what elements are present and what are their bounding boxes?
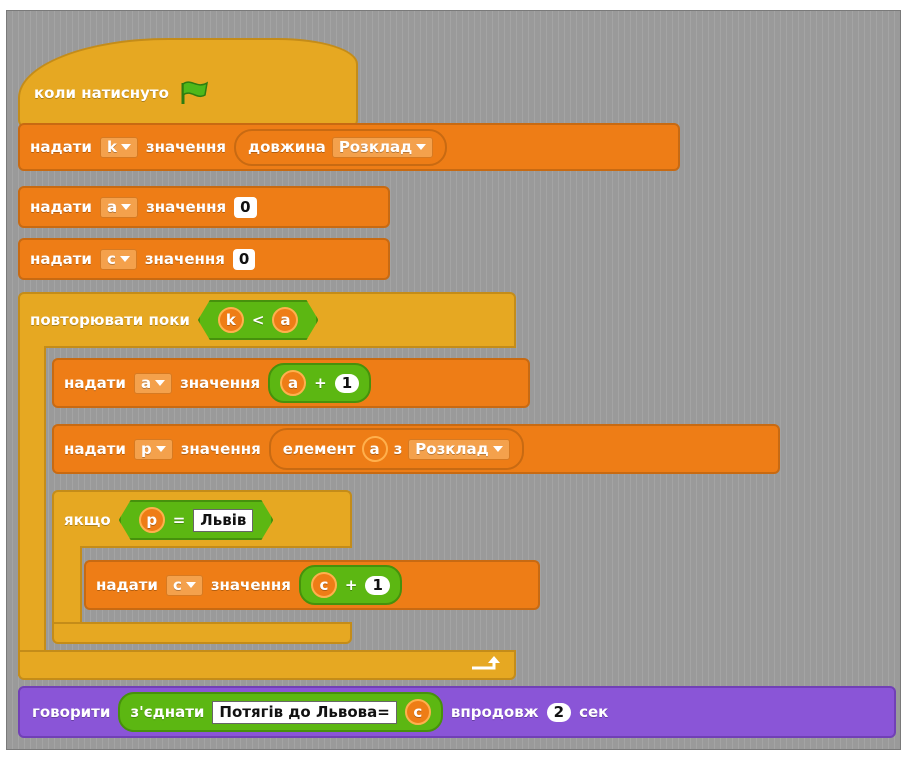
text-input[interactable]: Львів (193, 509, 253, 532)
set-label: надати (64, 439, 126, 458)
length-label: довжина (247, 137, 326, 156)
dropdown-arrow-icon (155, 446, 166, 452)
dropdown-arrow-icon (121, 204, 132, 210)
set-label: надати (64, 373, 126, 392)
for-label: впродовж (450, 702, 539, 721)
var-a-reporter[interactable]: a (272, 307, 298, 333)
var-p-reporter[interactable]: p (139, 507, 165, 533)
say-for-secs-block[interactable]: говорити з'єднати Потягів до Львова= c в… (18, 686, 896, 738)
secs-unit-label: сек (579, 702, 609, 721)
item-of-list-reporter[interactable]: елемент a з Розклад (268, 428, 524, 470)
var-dropdown-a[interactable]: a (99, 196, 139, 218)
set-label: надати (30, 249, 92, 268)
set-a-zero-block[interactable]: надати a значення 0 (18, 186, 390, 228)
if-label: якщо (64, 510, 111, 529)
value-label: значення (144, 249, 225, 268)
var-dropdown-a[interactable]: a (133, 372, 173, 394)
var-name: c (106, 249, 116, 268)
var-a-reporter[interactable]: a (361, 436, 388, 462)
operator-symbol: < (251, 310, 265, 329)
var-name: a (140, 373, 152, 392)
set-c-zero-block[interactable]: надати c значення 0 (18, 238, 390, 280)
var-a-reporter[interactable]: a (280, 370, 307, 396)
set-label: надати (30, 137, 92, 156)
dropdown-arrow-icon (492, 446, 503, 452)
value-label: значення (210, 575, 291, 594)
dropdown-arrow-icon (185, 582, 196, 588)
if-footer (52, 622, 352, 644)
var-c-reporter[interactable]: c (404, 699, 431, 725)
value-input[interactable]: 0 (234, 196, 257, 218)
var-name: p (140, 439, 152, 458)
hat-label: коли натиснуто (34, 83, 169, 102)
set-a-increment-block[interactable]: надати a значення a + 1 (52, 358, 530, 408)
item-label: елемент (282, 439, 356, 458)
var-name: k (106, 137, 117, 156)
set-c-increment-block[interactable]: надати c значення c + 1 (84, 560, 540, 610)
operator-symbol: + (314, 373, 327, 392)
var-dropdown-p[interactable]: p (133, 438, 173, 460)
set-label: надати (30, 197, 92, 216)
green-flag-icon (177, 80, 211, 106)
scripts-area[interactable]: коли натиснуто надати k значення довжина… (6, 10, 901, 750)
operator-symbol: + (344, 575, 358, 594)
value-label: значення (180, 439, 261, 458)
repeat-until-arm (18, 346, 46, 676)
value-input[interactable]: 0 (232, 248, 256, 270)
repeat-until-footer (18, 650, 516, 680)
length-of-list-reporter[interactable]: довжина Розклад (233, 128, 448, 166)
var-dropdown-k[interactable]: k (99, 136, 138, 158)
value-label: значення (146, 197, 227, 216)
var-dropdown-c[interactable]: c (99, 248, 137, 270)
repeat-until-header: повторювати поки k < a (30, 300, 318, 340)
join-operator[interactable]: з'єднати Потягів до Львова= c (118, 692, 443, 732)
dropdown-arrow-icon (119, 256, 130, 262)
dropdown-arrow-icon (416, 144, 427, 150)
list-dropdown[interactable]: Розклад (331, 136, 434, 158)
say-label: говорити (32, 702, 111, 721)
value-label: значення (145, 137, 226, 156)
if-header: якщо p = Львів (64, 500, 273, 540)
dropdown-arrow-icon (155, 380, 166, 386)
number-input[interactable]: 1 (365, 575, 390, 595)
if-arm (52, 546, 82, 626)
var-k-reporter[interactable]: k (218, 307, 244, 333)
join-text-input[interactable]: Потягів до Львова= (212, 700, 397, 724)
var-dropdown-c[interactable]: c (165, 574, 203, 596)
set-k-block[interactable]: надати k значення довжина Розклад (18, 123, 680, 171)
dropdown-arrow-icon (120, 144, 131, 150)
list-dropdown[interactable]: Розклад (408, 438, 510, 460)
list-name: Розклад (415, 439, 489, 458)
less-than-predicate[interactable]: k < a (198, 300, 319, 340)
var-name: a (106, 197, 118, 216)
equals-predicate[interactable]: p = Львів (119, 500, 274, 540)
hat-label-row: коли натиснуто (34, 80, 211, 106)
set-p-block[interactable]: надати p значення елемент a з Розклад (52, 424, 780, 474)
number-input[interactable]: 1 (334, 373, 360, 393)
operator-symbol: = (172, 510, 186, 529)
repeat-until-label: повторювати поки (30, 310, 190, 329)
var-c-reporter[interactable]: c (310, 572, 337, 598)
join-label: з'єднати (130, 702, 205, 721)
list-name: Розклад (338, 137, 413, 156)
add-operator[interactable]: a + 1 (268, 363, 372, 403)
var-name: c (172, 575, 182, 594)
of-label: з (393, 439, 403, 458)
value-label: значення (180, 373, 261, 392)
loop-arrow-icon (472, 656, 500, 670)
set-label: надати (96, 575, 158, 594)
secs-input[interactable]: 2 (546, 702, 572, 722)
add-operator[interactable]: c + 1 (298, 565, 402, 605)
